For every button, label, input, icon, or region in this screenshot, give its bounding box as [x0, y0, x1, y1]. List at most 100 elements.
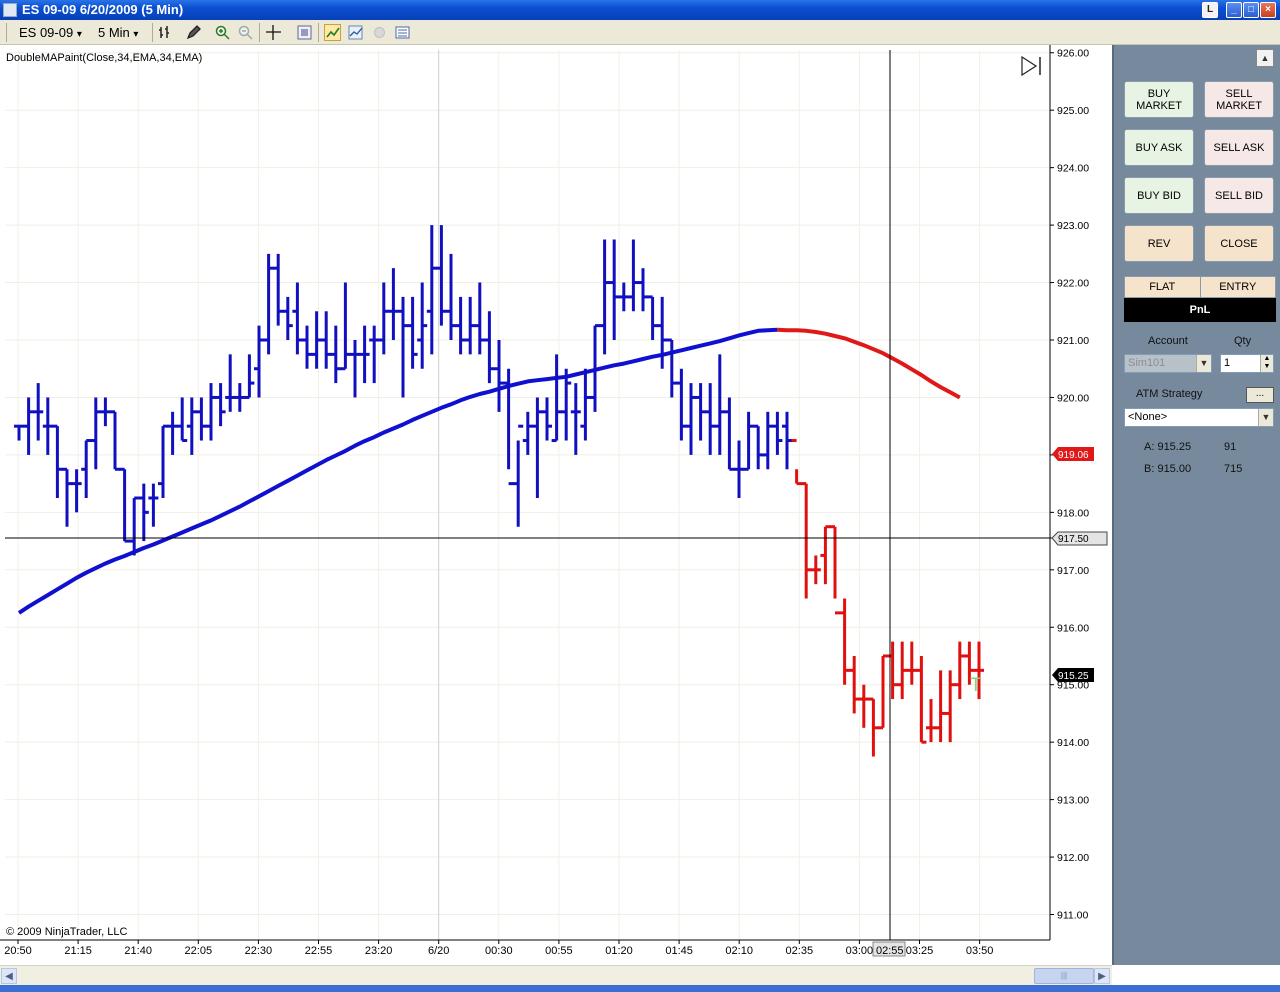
chart-trader-icon[interactable]	[324, 24, 341, 41]
ohlc-bar	[71, 469, 82, 513]
link-button[interactable]: L	[1202, 2, 1218, 18]
scroll-right-icon[interactable]: ▶	[1094, 968, 1110, 984]
ohlc-bar	[753, 424, 764, 470]
qty-stepper[interactable]: 1 ▲ ▼	[1220, 354, 1274, 373]
maximize-button[interactable]: □	[1243, 2, 1259, 18]
ohlc-bar	[820, 525, 831, 585]
ohlc-bar	[62, 467, 72, 527]
scrollbar-thumb[interactable]: |||	[1034, 968, 1094, 984]
time-tick-label: 03:50	[966, 945, 994, 957]
sell-ask-button[interactable]: SELL ASK	[1204, 129, 1274, 166]
close-window-button[interactable]: ×	[1260, 2, 1276, 18]
position-row: FLAT ENTRY	[1124, 276, 1276, 298]
ohlc-bar	[906, 641, 917, 685]
time-tick-label: 22:30	[245, 945, 273, 957]
ohlc-bar	[522, 411, 533, 455]
sell-market-button[interactable]: SELL MARKET	[1204, 81, 1274, 118]
time-tick-label: 00:30	[485, 945, 513, 957]
buy-ask-button[interactable]: BUY ASK	[1124, 129, 1194, 166]
ohlc-bar	[100, 397, 111, 427]
ohlc-bar	[513, 424, 524, 527]
time-tick-label: 02:10	[725, 945, 753, 957]
ohlc-bar	[455, 296, 466, 355]
ohlc-bar	[282, 296, 293, 340]
ohlc-bar	[570, 383, 581, 455]
zoom-in-icon[interactable]	[214, 24, 231, 41]
close-position-button[interactable]: CLOSE	[1204, 225, 1274, 262]
scroll-to-end-icon[interactable]	[1021, 55, 1041, 77]
minimize-button[interactable]: _	[1226, 2, 1242, 18]
ohlc-bar	[724, 397, 735, 471]
buy-bid-button[interactable]: BUY BID	[1124, 177, 1194, 214]
price-tick-label: 925.00	[1057, 105, 1089, 117]
toolbar-separator	[152, 23, 153, 42]
ohlc-bar	[340, 282, 351, 371]
time-tick-label: 02:35	[786, 945, 814, 957]
ohlc-bar	[426, 225, 437, 355]
buy-market-button[interactable]: BUY MARKET	[1124, 81, 1194, 118]
ohlc-bar	[158, 424, 168, 498]
ohlc-bar	[148, 483, 159, 527]
bid-price-label: B: 915.00	[1144, 463, 1192, 475]
ohlc-bar	[302, 325, 312, 369]
time-tick-label: 21:15	[64, 945, 92, 957]
scroll-left-icon[interactable]: ◀	[1, 968, 17, 984]
ohlc-bar	[705, 383, 716, 455]
instrument-selector[interactable]: ES 09-09 ▾	[19, 25, 82, 40]
ohlc-bar	[666, 338, 677, 398]
price-tick-label: 923.00	[1057, 220, 1089, 232]
data-box-icon[interactable]	[394, 24, 411, 41]
price-tick-label: 913.00	[1057, 795, 1089, 807]
ohlc-bar	[580, 368, 591, 441]
zoom-out-icon[interactable]	[237, 24, 254, 41]
price-tick-label: 918.00	[1057, 507, 1089, 519]
ohlc-bar	[494, 340, 504, 412]
ohlc-bar	[446, 253, 456, 340]
chart-area[interactable]: 926.00 925.00 924.00 923.00 922.00 921.00 920.…	[0, 45, 1112, 965]
draw-tool-icon[interactable]	[185, 24, 202, 41]
position-entry-label: ENTRY	[1219, 281, 1257, 293]
ohlc-bar	[52, 424, 63, 498]
ohlc-bar	[839, 598, 850, 685]
atm-strategy-select[interactable]: <None> ▼	[1124, 408, 1274, 427]
ohlc-bar	[292, 282, 303, 355]
ohlc-bar	[186, 397, 197, 455]
ohlc-bar	[618, 282, 629, 312]
price-tick-label: 914.00	[1057, 737, 1089, 749]
ohlc-bar	[532, 397, 543, 498]
ohlc-bar	[762, 411, 773, 470]
reverse-button[interactable]: REV	[1124, 225, 1194, 262]
time-tick-label: 03:00	[846, 945, 874, 957]
chart-axes: 926.00 925.00 924.00 923.00 922.00 921.00 920.…	[0, 45, 1089, 957]
price-tick-label: 912.00	[1057, 852, 1089, 864]
ma-value-marker: 919.06	[1052, 447, 1094, 461]
strategies-icon[interactable]	[347, 24, 364, 41]
bid-size-label: 715	[1224, 463, 1243, 475]
ohlc-bar	[609, 239, 620, 340]
toolbar-separator	[259, 23, 260, 42]
ohlc-bar	[810, 555, 821, 585]
horizontal-scrollbar[interactable]: ◀ ||| ▶	[0, 965, 1112, 985]
ohlc-bar	[484, 311, 495, 384]
sell-bid-button[interactable]: SELL BID	[1204, 177, 1274, 214]
crosshair-time-label: 02:55	[876, 945, 904, 957]
crosshair-icon[interactable]	[265, 24, 282, 41]
ohlc-bar	[897, 641, 908, 700]
properties-icon[interactable]	[296, 24, 313, 41]
ohlc-bar	[398, 296, 408, 398]
disabled-circle-icon	[371, 24, 388, 41]
interval-selector[interactable]: 5 Min ▾	[98, 25, 138, 40]
atm-strategy-options-button[interactable]: ...	[1246, 387, 1274, 403]
ohlc-bar	[954, 641, 965, 700]
spinner-arrows-icon[interactable]: ▲ ▼	[1260, 355, 1273, 372]
collapse-panel-button[interactable]: ▲	[1256, 49, 1274, 67]
account-select[interactable]: Sim101 ▼	[1124, 354, 1212, 373]
bar-type-icon[interactable]	[157, 24, 174, 41]
ohlc-bar	[167, 411, 178, 455]
ohlc-bar	[599, 239, 610, 355]
window-titlebar[interactable]: ES 09-09 6/20/2009 (5 Min) L _ □ ×	[0, 0, 1280, 20]
crosshair-price-label: 917.50	[1058, 534, 1089, 545]
price-chart[interactable]: 926.00 925.00 924.00 923.00 922.00 921.00 920.…	[0, 45, 1112, 965]
pnl-display: PnL	[1124, 298, 1276, 322]
ohlc-bar	[359, 325, 370, 384]
